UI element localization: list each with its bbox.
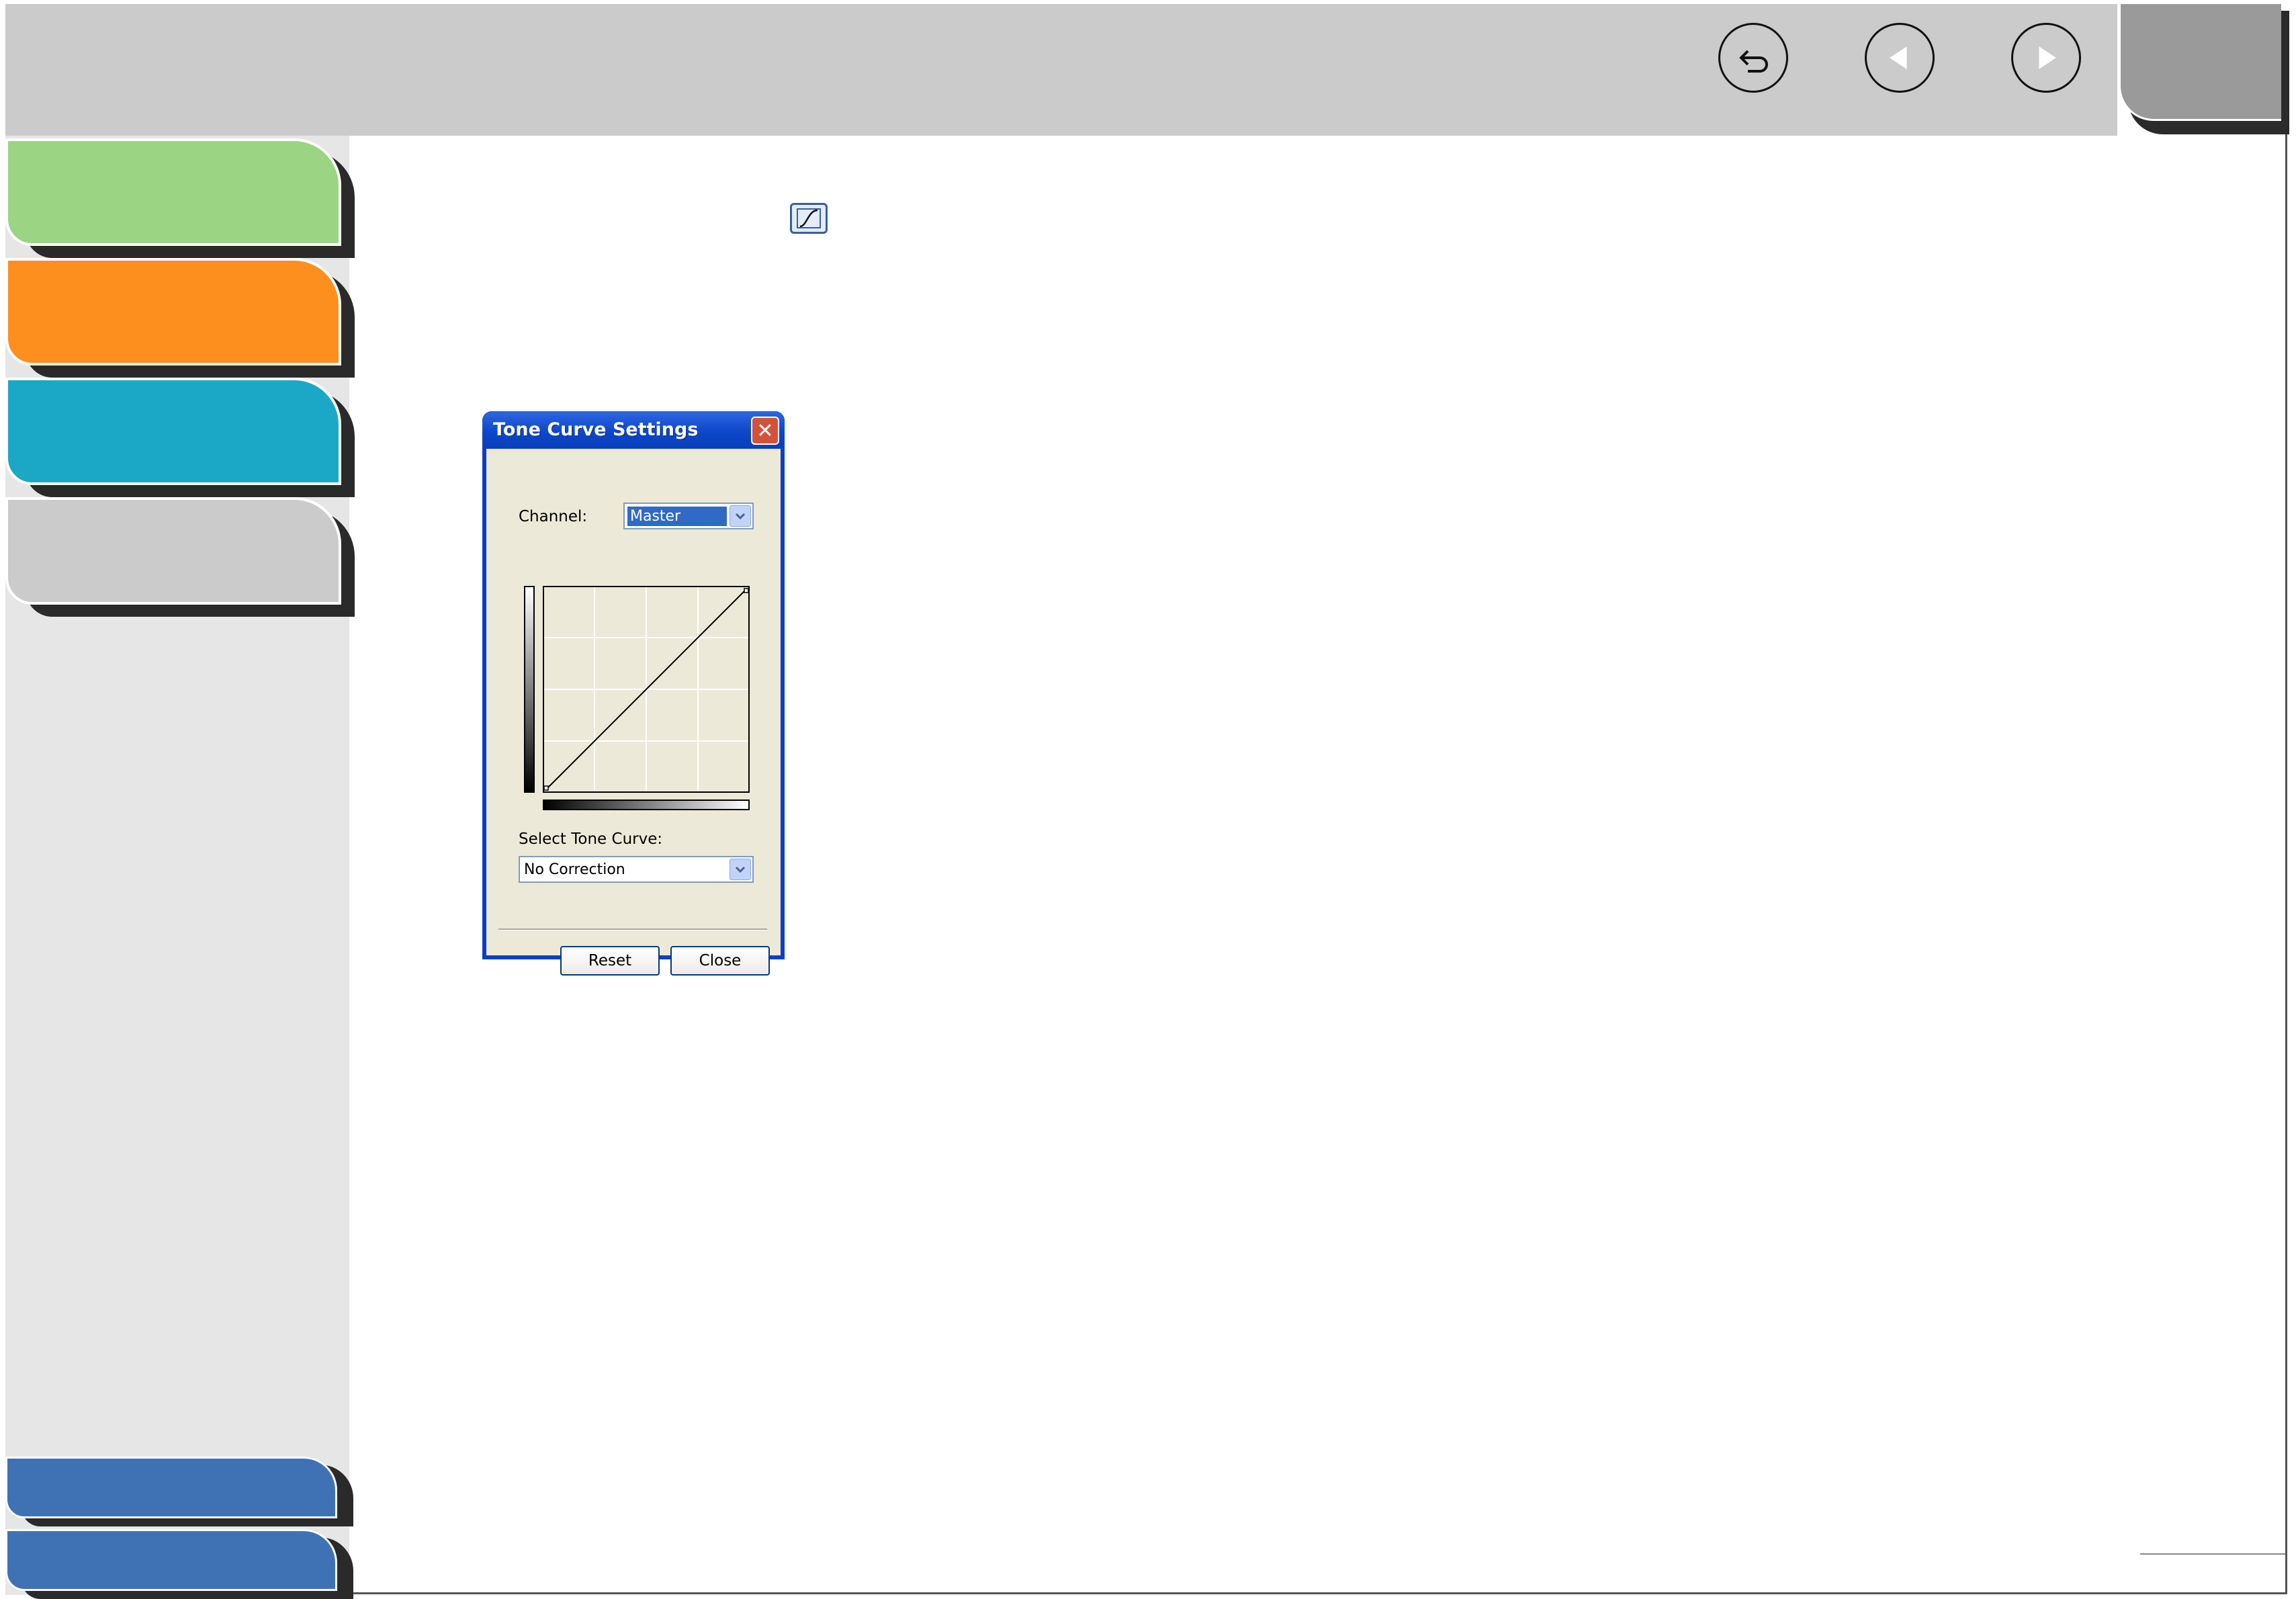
sidebar-tab-cyan[interactable] [5, 378, 355, 497]
channel-label: Channel: [519, 508, 588, 525]
sidebar-bottom-button-2[interactable] [5, 1529, 353, 1599]
button-face [5, 1529, 337, 1591]
tone-curve-plot [543, 586, 750, 793]
triangle-left-icon [1890, 46, 1907, 69]
chevron-down-icon[interactable] [730, 859, 751, 880]
sidebar-bottom-button-1[interactable] [5, 1457, 353, 1526]
tab-face [5, 258, 341, 365]
reset-button[interactable]: Reset [560, 946, 660, 976]
button-face [5, 1457, 337, 1518]
sidebar-tab-gray[interactable] [5, 497, 355, 617]
dialog-separator [498, 928, 767, 931]
tone-curve-select-value: No Correction [524, 861, 625, 878]
dialog-body: Channel: Master Select Tone Curve: No Co… [486, 449, 781, 976]
tone-curve-button-icon [790, 203, 828, 234]
tab-face [5, 138, 341, 246]
next-page-button[interactable] [2011, 23, 2081, 93]
output-gradient-bar [524, 586, 535, 793]
chevron-down-icon[interactable] [730, 505, 751, 527]
tab-face [5, 497, 341, 605]
corner-tab[interactable] [2119, 4, 2281, 121]
select-tone-curve-label: Select Tone Curve: [519, 830, 663, 848]
back-button[interactable] [1718, 23, 1788, 93]
triangle-right-icon [2039, 46, 2056, 69]
tone-curve-icon [797, 208, 821, 228]
sidebar-tab-orange[interactable] [5, 258, 355, 378]
right-border-line [2285, 134, 2287, 1594]
dialog-titlebar[interactable]: Tone Curve Settings ✕ [482, 411, 785, 449]
tab-face [5, 378, 341, 485]
input-gradient-bar [543, 799, 750, 810]
sidebar-tab-green[interactable] [5, 138, 355, 258]
return-arrow-icon [1739, 50, 1768, 73]
channel-select[interactable]: Master [623, 503, 754, 529]
dialog-title: Tone Curve Settings [493, 419, 699, 440]
tone-curve-select[interactable]: No Correction [519, 856, 754, 883]
dialog-close-icon[interactable]: ✕ [751, 417, 779, 445]
tone-curve-graph[interactable] [543, 586, 750, 793]
footer-rule [2140, 1553, 2285, 1555]
previous-page-button[interactable] [1865, 23, 1935, 93]
top-navigation-bar [5, 4, 2117, 136]
channel-select-value: Master [627, 507, 727, 526]
bottom-border-line [349, 1592, 2287, 1594]
tone-curve-settings-dialog: Tone Curve Settings ✕ Channel: Master Se… [482, 411, 785, 976]
close-button[interactable]: Close [670, 946, 770, 976]
